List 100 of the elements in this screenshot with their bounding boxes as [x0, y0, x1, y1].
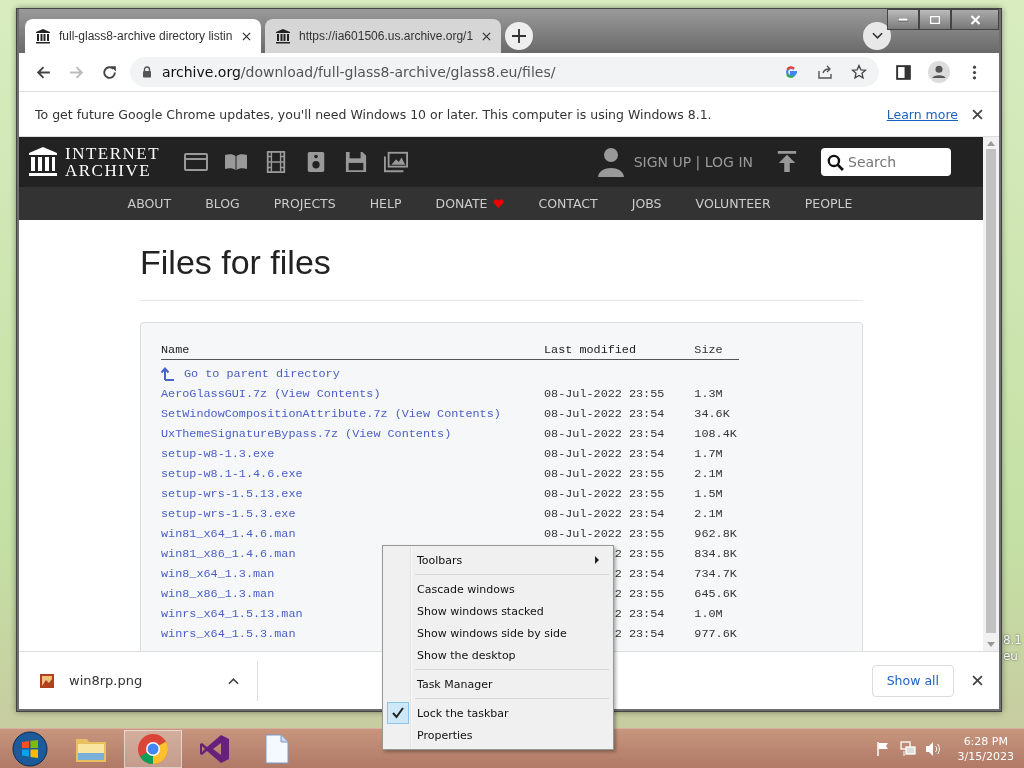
browser-window-icon[interactable]: [184, 151, 209, 173]
close-button[interactable]: [951, 9, 999, 30]
start-button[interactable]: [12, 730, 48, 767]
table-cell: 962.8K: [694, 527, 737, 541]
chrome-app-icon[interactable]: [124, 729, 182, 768]
temple-icon: [275, 28, 291, 44]
minimize-icon: [898, 17, 908, 22]
tab-search-button[interactable]: [863, 22, 891, 50]
show-all-button[interactable]: Show all: [871, 664, 954, 697]
chevron-down-icon: [871, 32, 883, 40]
column-header: Size: [694, 343, 723, 357]
menu-item[interactable]: Cascade windows: [385, 578, 611, 600]
sign-up-log-in-link[interactable]: SIGN UP | LOG IN: [633, 154, 753, 170]
maximize-icon: [930, 15, 940, 24]
file-link[interactable]: setup-w8.1-1.4.6.exe: [161, 467, 303, 481]
nav-link[interactable]: ABOUT: [110, 196, 189, 211]
download-item[interactable]: win8rp.png: [39, 660, 258, 701]
table-cell: 34.6K: [694, 407, 730, 421]
table-cell: 977.6K: [694, 627, 737, 641]
lock-icon: [142, 66, 152, 78]
network-icon[interactable]: [899, 740, 916, 757]
view-contents-link[interactable]: (View Contents): [274, 387, 381, 401]
table-cell: 2 23:54: [614, 627, 665, 641]
file-link[interactable]: UxThemeSignatureBypass.7z: [161, 427, 338, 441]
images-icon[interactable]: [384, 151, 409, 173]
clock-date[interactable]: 3/15/2023: [957, 748, 1014, 764]
new-tab-button[interactable]: [505, 22, 533, 50]
table-cell: 108.4K: [694, 427, 737, 441]
learn-more-link[interactable]: Learn more: [886, 106, 958, 122]
nav-link[interactable]: JOBS: [614, 196, 679, 211]
table-cell: 08-Jul-2022 23:55: [544, 387, 665, 401]
menu-item[interactable]: Lock the taskbar: [385, 702, 611, 724]
nav-link[interactable]: CONTACT: [521, 196, 615, 211]
table-cell: 645.6K: [694, 587, 737, 601]
menu-item[interactable]: Properties: [385, 724, 611, 746]
plus-icon: [512, 29, 526, 43]
temple-icon[interactable]: [29, 147, 57, 177]
nav-link[interactable]: PEOPLE: [787, 196, 870, 211]
view-contents-link[interactable]: (View Contents): [345, 427, 452, 441]
star-icon[interactable]: [851, 64, 867, 80]
image-file-icon: [39, 672, 55, 689]
table-cell: 08-Jul-2022 23:54: [544, 507, 665, 521]
address-bar[interactable]: archive.org/download/full-glass8-archive/glass8.eu/files/: [130, 57, 879, 87]
nav-link[interactable]: VOLUNTEER: [678, 196, 788, 211]
menu-item[interactable]: Show the desktop: [385, 644, 611, 666]
search-icon: [827, 154, 844, 171]
menu-item[interactable]: Show windows side by side: [385, 622, 611, 644]
table-cell: 834.8K: [694, 547, 737, 561]
url-text: archive.org/download/full-glass8-archive/glass8.eu/files/: [162, 64, 556, 80]
close-icon[interactable]: [242, 31, 251, 41]
menu-item[interactable]: Show windows stacked: [385, 600, 611, 622]
file-link[interactable]: winrs_x64_1.5.3.man: [161, 627, 296, 641]
chevron-up-icon[interactable]: [228, 676, 239, 685]
flag-icon[interactable]: [874, 740, 891, 757]
file-link[interactable]: setup-wrs-1.5.13.exe: [161, 487, 303, 501]
column-header: Name: [161, 343, 191, 357]
file-link[interactable]: SetWindowCompositionAttribute.7z: [161, 407, 388, 421]
file-link[interactable]: win81_x64_1.4.6.man: [161, 527, 296, 541]
logo-text: INTERNET: [65, 145, 161, 162]
nav-link[interactable]: DONATE: [418, 196, 522, 211]
submenu-arrow-icon: [595, 556, 599, 564]
temple-icon: [35, 28, 51, 44]
upload-icon[interactable]: [777, 151, 797, 173]
table-cell: 2 23:54: [614, 607, 665, 621]
google-icon[interactable]: [783, 64, 799, 80]
page-title: Files for files: [140, 242, 332, 282]
menu-item[interactable]: Task Manager: [385, 673, 611, 695]
minimize-button[interactable]: [887, 9, 919, 30]
table-cell: 1.3M: [694, 387, 723, 401]
table-cell: 1.7M: [694, 447, 723, 461]
table-cell: 2.1M: [694, 507, 723, 521]
close-icon[interactable]: [482, 31, 491, 41]
table-cell: 08-Jul-2022 23:55: [544, 467, 665, 481]
nav-link[interactable]: BLOG: [188, 196, 257, 211]
up-arrow-icon: [161, 367, 175, 381]
file-link[interactable]: setup-wrs-1.5.3.exe: [161, 507, 296, 521]
file-link[interactable]: win8_x86_1.3.man: [161, 587, 275, 601]
maximize-button[interactable]: [919, 9, 951, 30]
user-icon[interactable]: [597, 147, 624, 177]
close-icon[interactable]: [972, 675, 983, 686]
file-link[interactable]: win8_x64_1.3.man: [161, 567, 275, 581]
browser-tab[interactable]: full-glass8-archive directory listin: [25, 19, 261, 53]
menu-item[interactable]: Toolbars: [385, 549, 611, 571]
close-icon[interactable]: [972, 108, 983, 120]
nav-link[interactable]: PROJECTS: [256, 196, 353, 211]
parent-directory-link[interactable]: Go to parent directory: [161, 367, 544, 381]
speaker-icon[interactable]: [924, 740, 941, 757]
table-cell: 2 23:55: [614, 587, 665, 601]
file-link[interactable]: setup-w8-1.3.exe: [161, 447, 275, 461]
file-link[interactable]: AeroGlassGUI.7z: [161, 387, 268, 401]
search-field[interactable]: Search: [821, 148, 951, 176]
view-contents-link[interactable]: (View Contents): [394, 407, 501, 421]
share-icon[interactable]: [817, 64, 833, 80]
table-cell: 2 23:55: [614, 547, 665, 561]
browser-tab[interactable]: https://ia601506.us.archive.org/1: [265, 19, 501, 53]
nav-link[interactable]: HELP: [352, 196, 419, 211]
file-link[interactable]: winrs_x64_1.5.13.man: [161, 607, 303, 621]
table-cell: 08-Jul-2022 23:55: [544, 487, 665, 501]
file-link[interactable]: win81_x86_1.4.6.man: [161, 547, 296, 561]
book-icon[interactable]: [224, 151, 249, 173]
